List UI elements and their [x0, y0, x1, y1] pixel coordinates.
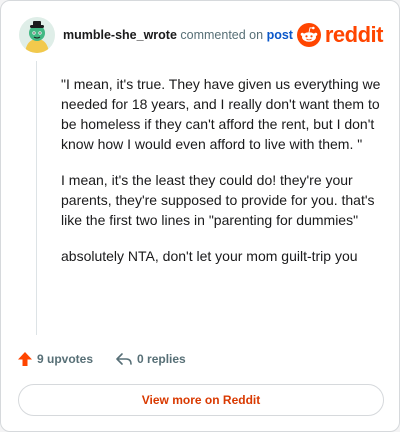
comment-paragraph: absolutely NTA, don't let your mom guilt… — [61, 248, 358, 264]
comment-paragraph: "I mean, it's true. They have given us e… — [61, 76, 381, 152]
thread-line — [36, 61, 37, 335]
reply-count: 0 replies — [137, 352, 186, 366]
view-more-label: View more on Reddit — [141, 393, 261, 407]
reply-button[interactable]: 0 replies — [115, 351, 186, 367]
view-more-button[interactable]: View more on Reddit — [18, 384, 384, 416]
avatar[interactable] — [19, 17, 55, 53]
comment-header: mumble-she_wrote commented on post reddi… — [19, 17, 384, 53]
username-link[interactable]: mumble-she_wrote — [63, 28, 177, 42]
post-link[interactable]: post — [267, 28, 293, 42]
upvote-arrow-icon — [18, 352, 32, 366]
reddit-wordmark: reddit — [324, 22, 384, 47]
reddit-snoo-icon — [296, 23, 321, 47]
avatar-icon — [19, 17, 55, 53]
reddit-logo[interactable]: reddit — [296, 22, 384, 48]
comment-actions: 9 upvotes 0 replies — [17, 349, 208, 369]
upvote-count: 9 upvotes — [37, 352, 94, 366]
comment-byline: mumble-she_wrote commented on post — [63, 28, 297, 42]
comment-paragraph: I mean, it's the least they could do! th… — [61, 172, 375, 228]
reddit-comment-embed: mumble-she_wrote commented on post reddi… — [0, 0, 400, 432]
upvote-button[interactable]: 9 upvotes — [17, 351, 93, 367]
reply-arrow-icon — [116, 353, 132, 365]
comment-body: "I mean, it's true. They have given us e… — [61, 74, 381, 282]
byline-action-text: commented on — [176, 28, 267, 42]
